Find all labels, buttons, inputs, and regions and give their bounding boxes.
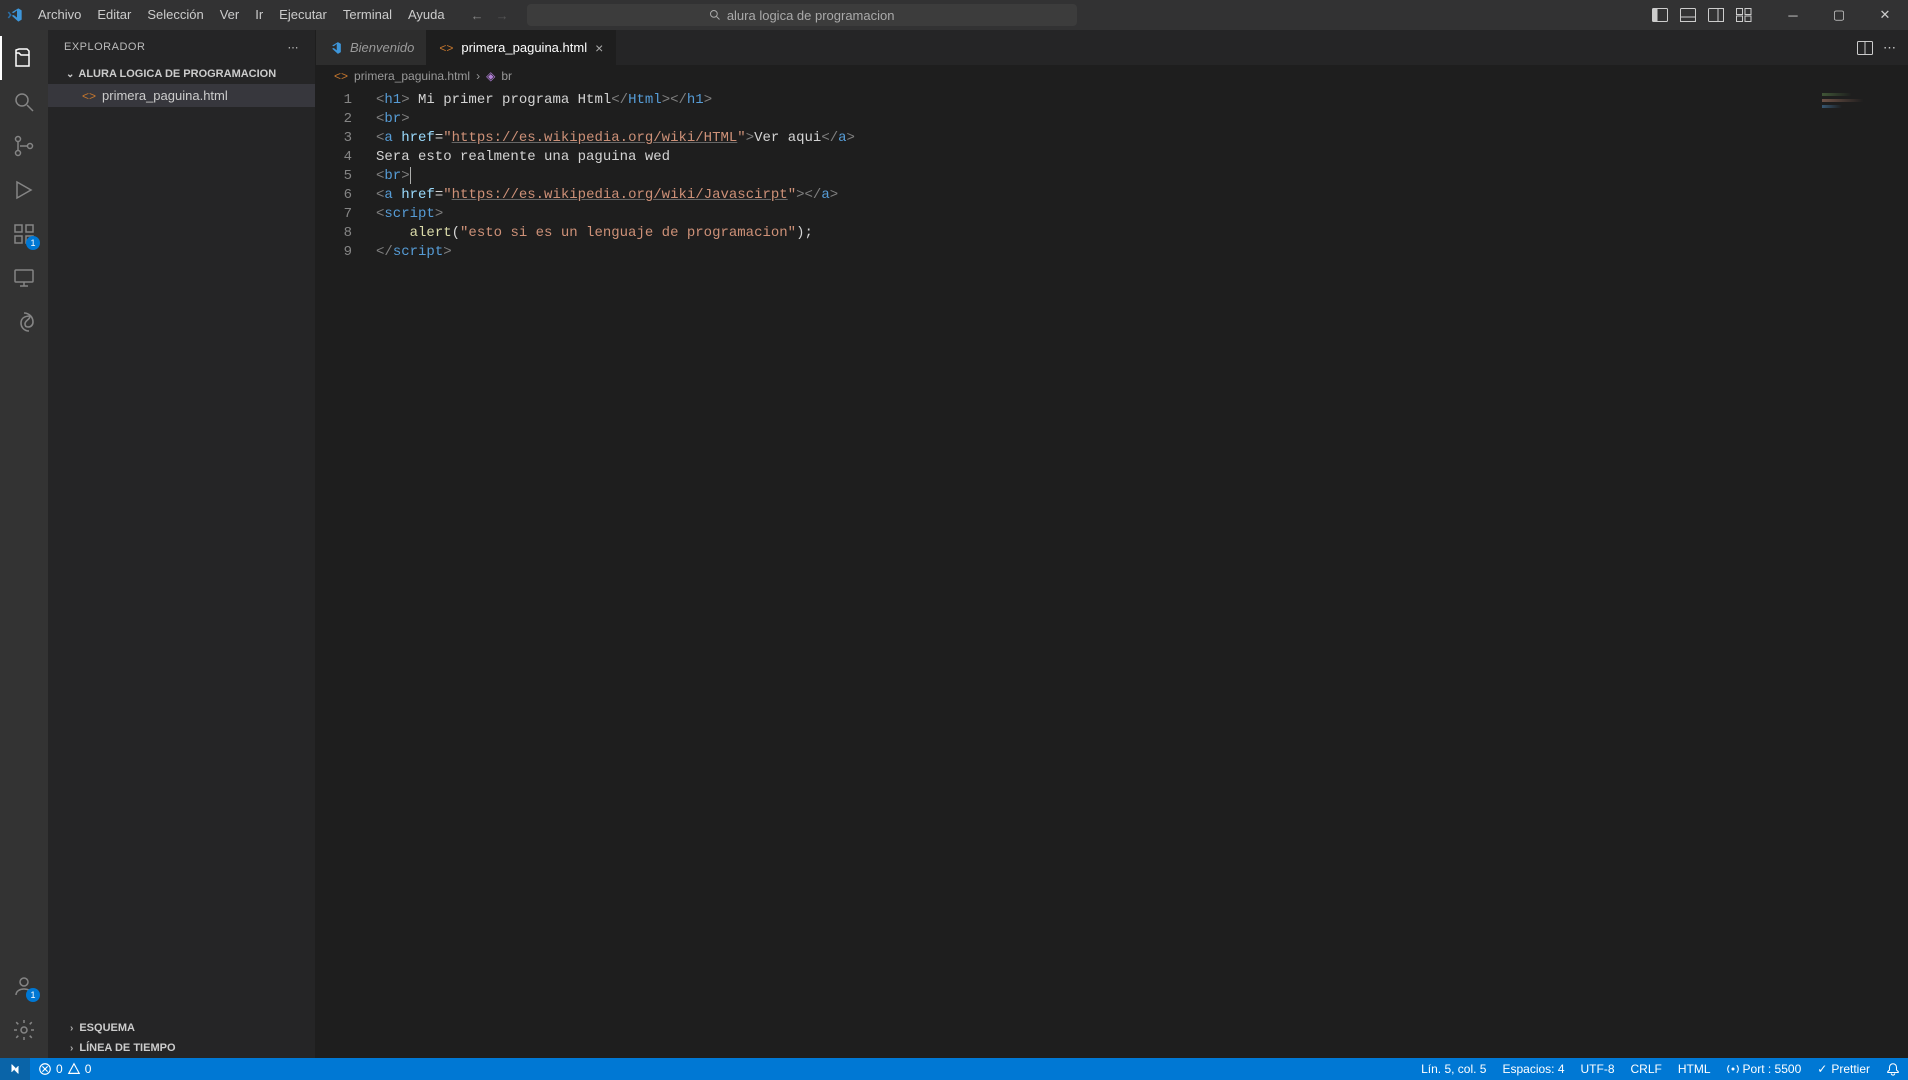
maximize-button[interactable]: ▢ xyxy=(1816,0,1862,30)
explorer-icon[interactable] xyxy=(0,36,48,80)
breadcrumb-symbol: br xyxy=(501,69,512,83)
line-gutter: 123456789 xyxy=(316,87,370,1058)
encoding-button[interactable]: UTF-8 xyxy=(1573,1058,1623,1080)
split-editor-icon[interactable] xyxy=(1857,41,1873,55)
menu-item[interactable]: Ir xyxy=(247,0,271,30)
code-editor[interactable]: 123456789 <h1> Mi primer programa Html</… xyxy=(316,87,1908,1058)
notifications-button[interactable] xyxy=(1878,1058,1908,1080)
vscode-logo xyxy=(0,7,30,23)
remote-explorer-icon[interactable] xyxy=(0,256,48,300)
minimap[interactable] xyxy=(1822,91,1902,131)
prettier-button[interactable]: ✓ Prettier xyxy=(1809,1058,1878,1080)
toggle-panel-icon[interactable] xyxy=(1678,4,1698,26)
more-icon[interactable]: ⋯ xyxy=(288,41,300,54)
live-server-button[interactable]: Port : 5500 xyxy=(1719,1058,1810,1080)
extensions-badge: 1 xyxy=(26,236,40,250)
errors-count: 0 xyxy=(56,1062,63,1076)
code-content[interactable]: <h1> Mi primer programa Html</Html></h1>… xyxy=(370,87,1908,1058)
vscode-icon xyxy=(328,41,342,55)
chevron-down-icon: ⌄ xyxy=(66,69,74,80)
html-file-icon: <> xyxy=(82,89,96,103)
editor-area: Bienvenido <> primera_paguina.html × ⋯ <… xyxy=(316,30,1908,1058)
menu-item[interactable]: Terminal xyxy=(335,0,400,30)
bell-icon xyxy=(1886,1062,1900,1076)
nav-forward-icon[interactable]: → xyxy=(496,8,509,23)
minimize-button[interactable]: ─ xyxy=(1770,0,1816,30)
nav-back-icon[interactable]: ← xyxy=(471,8,484,23)
breadcrumb[interactable]: <> primera_paguina.html › ◈ br xyxy=(316,65,1908,87)
title-bar: Archivo Editar Selección Ver Ir Ejecutar… xyxy=(0,0,1908,30)
menu-item[interactable]: Selección xyxy=(139,0,211,30)
account-icon[interactable]: 1 xyxy=(0,964,48,1008)
search-text: alura logica de programacion xyxy=(727,8,895,23)
cursor-position[interactable]: Lín. 5, col. 5 xyxy=(1413,1058,1494,1080)
menu-item[interactable]: Editar xyxy=(89,0,139,30)
editor-tabs: Bienvenido <> primera_paguina.html × ⋯ xyxy=(316,30,1908,65)
broadcast-icon xyxy=(1727,1063,1739,1075)
text-cursor xyxy=(410,167,411,184)
problems-button[interactable]: 0 0 xyxy=(30,1058,99,1080)
toggle-secondary-sidebar-icon[interactable] xyxy=(1706,4,1726,26)
symbol-icon: ◈ xyxy=(486,69,495,83)
customize-layout-icon[interactable] xyxy=(1734,4,1754,26)
html-file-icon: <> xyxy=(439,41,453,55)
indent-button[interactable]: Espacios: 4 xyxy=(1494,1058,1572,1080)
explorer-title: EXPLORADOR xyxy=(64,41,145,53)
menu-item[interactable]: Ver xyxy=(212,0,248,30)
tab-label: primera_paguina.html xyxy=(461,40,587,55)
toggle-primary-sidebar-icon[interactable] xyxy=(1650,4,1670,26)
chevron-right-icon: › xyxy=(70,1023,73,1034)
account-badge: 1 xyxy=(26,988,40,1002)
file-name: primera_paguina.html xyxy=(102,88,228,103)
html-file-icon: <> xyxy=(334,69,348,83)
warning-icon xyxy=(67,1062,81,1076)
explorer-sidebar: EXPLORADOR ⋯ ⌄ ALURA LOGICA DE PROGRAMAC… xyxy=(48,30,316,1058)
more-actions-icon[interactable]: ⋯ xyxy=(1883,40,1896,56)
timeline-section[interactable]: › LÍNEA DE TIEMPO xyxy=(48,1038,315,1058)
search-icon xyxy=(709,9,721,21)
close-window-button[interactable]: ✕ xyxy=(1862,0,1908,30)
folder-name: ALURA LOGICA DE PROGRAMACION xyxy=(78,68,276,80)
remote-button[interactable] xyxy=(0,1058,30,1080)
folder-header[interactable]: ⌄ ALURA LOGICA DE PROGRAMACION xyxy=(48,64,315,84)
port-label: Port : 5500 xyxy=(1743,1062,1802,1076)
settings-gear-icon[interactable] xyxy=(0,1008,48,1052)
tab-file[interactable]: <> primera_paguina.html × xyxy=(427,30,616,65)
menu-item[interactable]: Archivo xyxy=(30,0,89,30)
outline-section[interactable]: › ESQUEMA xyxy=(48,1018,315,1038)
menu-item[interactable]: Ayuda xyxy=(400,0,453,30)
source-control-icon[interactable] xyxy=(0,124,48,168)
eol-button[interactable]: CRLF xyxy=(1623,1058,1670,1080)
activity-bar: 1 1 xyxy=(0,30,48,1058)
tab-welcome[interactable]: Bienvenido xyxy=(316,30,427,65)
search-input[interactable]: alura logica de programacion xyxy=(527,4,1077,26)
run-debug-icon[interactable] xyxy=(0,168,48,212)
status-bar: 0 0 Lín. 5, col. 5 Espacios: 4 UTF-8 CRL… xyxy=(0,1058,1908,1080)
tab-label: Bienvenido xyxy=(350,40,414,55)
error-icon xyxy=(38,1062,52,1076)
menu-bar: Archivo Editar Selección Ver Ir Ejecutar… xyxy=(30,0,453,30)
warnings-count: 0 xyxy=(85,1062,92,1076)
search-activity-icon[interactable] xyxy=(0,80,48,124)
edge-tools-icon[interactable] xyxy=(0,300,48,344)
file-tree-item[interactable]: <> primera_paguina.html xyxy=(48,84,315,107)
prettier-label: Prettier xyxy=(1831,1062,1870,1076)
extensions-icon[interactable]: 1 xyxy=(0,212,48,256)
close-tab-icon[interactable]: × xyxy=(595,40,603,56)
section-label: ESQUEMA xyxy=(79,1022,135,1034)
menu-item[interactable]: Ejecutar xyxy=(271,0,335,30)
chevron-right-icon: › xyxy=(70,1043,73,1054)
chevron-right-icon: › xyxy=(476,69,480,83)
check-icon: ✓ xyxy=(1817,1062,1827,1076)
language-button[interactable]: HTML xyxy=(1670,1058,1719,1080)
section-label: LÍNEA DE TIEMPO xyxy=(79,1042,175,1054)
breadcrumb-file: primera_paguina.html xyxy=(354,69,470,83)
